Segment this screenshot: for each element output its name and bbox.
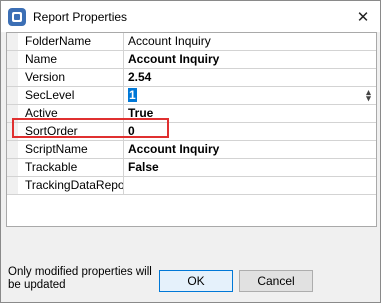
row-margin [7,33,18,50]
row-margin [7,105,18,122]
property-value[interactable]: Account Inquiry [125,51,376,68]
property-name: ScriptName [18,141,124,158]
row-margin [7,123,18,140]
row-margin [7,141,18,158]
property-name: Trackable [18,159,124,176]
row-margin [7,159,18,176]
row-margin [7,177,18,194]
spinner-updown-icon[interactable]: ▴ ▾ [364,88,373,103]
ok-button[interactable]: OK [159,270,233,292]
property-name: Active [18,105,124,122]
row-margin [7,87,18,104]
cancel-button[interactable]: Cancel [239,270,313,292]
property-row-name[interactable]: Name Account Inquiry [7,51,376,69]
row-margin [7,69,18,86]
property-row-active[interactable]: Active True [7,105,376,123]
property-name: TrackingDataReport [18,177,124,194]
property-value[interactable] [125,177,376,194]
property-value[interactable]: True [125,105,376,122]
property-value[interactable]: 0 [125,123,376,140]
property-value[interactable]: Account Inquiry [125,33,376,50]
property-row-trackable[interactable]: Trackable False [7,159,376,177]
property-row-seclevel[interactable]: SecLevel 1 ▴ ▾ [7,87,376,105]
property-value[interactable]: Account Inquiry [125,141,376,158]
property-row-sortorder[interactable]: SortOrder 0 [7,123,376,141]
seclevel-input[interactable]: 1 ▴ ▾ [125,87,376,104]
property-value[interactable]: False [125,159,376,176]
property-grid: FolderName Account Inquiry Name Account … [6,32,377,227]
close-button[interactable]: ✕ [346,1,380,32]
property-name: Name [18,51,124,68]
property-name: Version [18,69,124,86]
property-name: SecLevel [18,87,124,104]
property-value[interactable]: 2.54 [125,69,376,86]
property-row-trackingdatareport[interactable]: TrackingDataReport [7,177,376,195]
property-name: SortOrder [18,123,124,140]
footer-note: Only modified properties will be updated [8,266,152,291]
app-icon [8,8,26,26]
property-name: FolderName [18,33,124,50]
close-icon: ✕ [356,8,370,26]
title-bar: Report Properties ✕ [1,1,380,32]
property-row-scriptname[interactable]: ScriptName Account Inquiry [7,141,376,159]
property-row-foldername[interactable]: FolderName Account Inquiry [7,33,376,51]
row-margin [7,51,18,68]
report-properties-dialog: Report Properties ✕ FolderName Account I… [0,0,381,303]
window-title: Report Properties [33,10,128,24]
selected-text: 1 [128,88,137,102]
property-row-version[interactable]: Version 2.54 [7,69,376,87]
